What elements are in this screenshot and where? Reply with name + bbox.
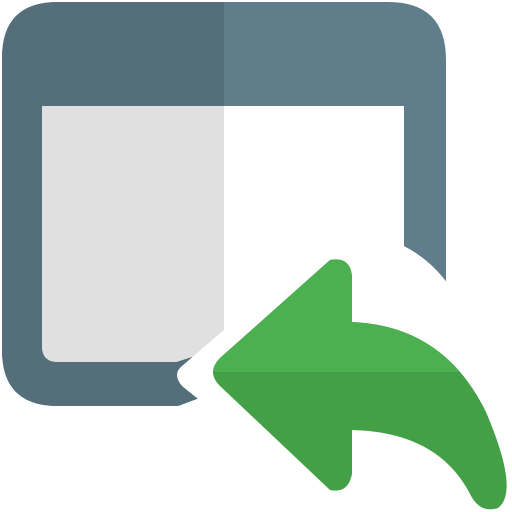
icon-canvas: [0, 0, 512, 512]
browser-window-reply-icon: [2, 2, 512, 512]
